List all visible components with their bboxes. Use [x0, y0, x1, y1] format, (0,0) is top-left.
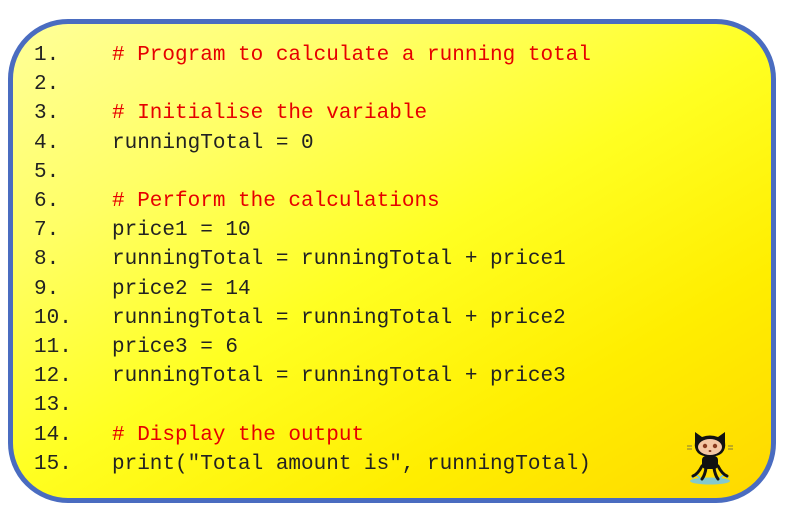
code-line: 8. runningTotal = runningTotal + price1: [34, 245, 591, 274]
code-text: price1 = 10: [112, 219, 251, 243]
code-line: 4. runningTotal = 0: [34, 129, 591, 158]
code-text: price3 = 6: [112, 336, 239, 360]
code-line: 10. runningTotal = runningTotal + price2: [34, 304, 591, 333]
code-text: # Initialise the variable: [112, 102, 428, 126]
line-number: 6.: [34, 190, 60, 214]
line-number: 12.: [34, 365, 72, 389]
line-number: 4.: [34, 131, 60, 155]
code-text: # Program to calculate a running total: [112, 44, 591, 67]
line-number: 7.: [34, 219, 60, 243]
code-text: runningTotal = runningTotal + price1: [112, 248, 566, 272]
code-text: runningTotal = 0: [112, 131, 314, 155]
line-number: 1.: [34, 44, 60, 67]
code-text: # Display the output: [112, 423, 365, 447]
code-line: 6. # Perform the calculations: [34, 187, 591, 216]
code-text: price2 = 14: [112, 277, 251, 301]
code-line: 11. price3 = 6: [34, 333, 591, 362]
line-number: 2.: [34, 73, 60, 97]
code-line: 3. # Initialise the variable: [34, 99, 591, 128]
line-number: 13.: [34, 394, 72, 418]
octocat-icon: [687, 432, 733, 485]
line-number: 8.: [34, 248, 60, 272]
code-line: 2.: [34, 70, 591, 99]
code-text: print("Total amount is", runningTotal): [112, 452, 591, 476]
code-text: runningTotal = runningTotal + price2: [112, 306, 566, 330]
code-listing: 1. # Program to calculate a running total…: [34, 41, 591, 479]
code-line: 13.: [34, 391, 591, 420]
code-line: 12. runningTotal = runningTotal + price3: [34, 362, 591, 391]
code-line: 1. # Program to calculate a running total: [34, 41, 591, 70]
code-line: 14. # Display the output: [34, 421, 591, 450]
code-line: 9. price2 = 14: [34, 275, 591, 304]
line-number: 11.: [34, 336, 72, 360]
line-number: 5.: [34, 160, 60, 184]
line-number: 15.: [34, 452, 72, 476]
line-number: 3.: [34, 102, 60, 126]
code-text: runningTotal = runningTotal + price3: [112, 365, 566, 389]
line-number: 9.: [34, 277, 60, 301]
line-number: 10.: [34, 306, 72, 330]
code-line: 7. price1 = 10: [34, 216, 591, 245]
code-line: 15. print("Total amount is", runningTotal…: [34, 450, 591, 479]
code-line: 5.: [34, 158, 591, 187]
code-text: # Perform the calculations: [112, 190, 440, 214]
line-number: 14.: [34, 423, 72, 447]
